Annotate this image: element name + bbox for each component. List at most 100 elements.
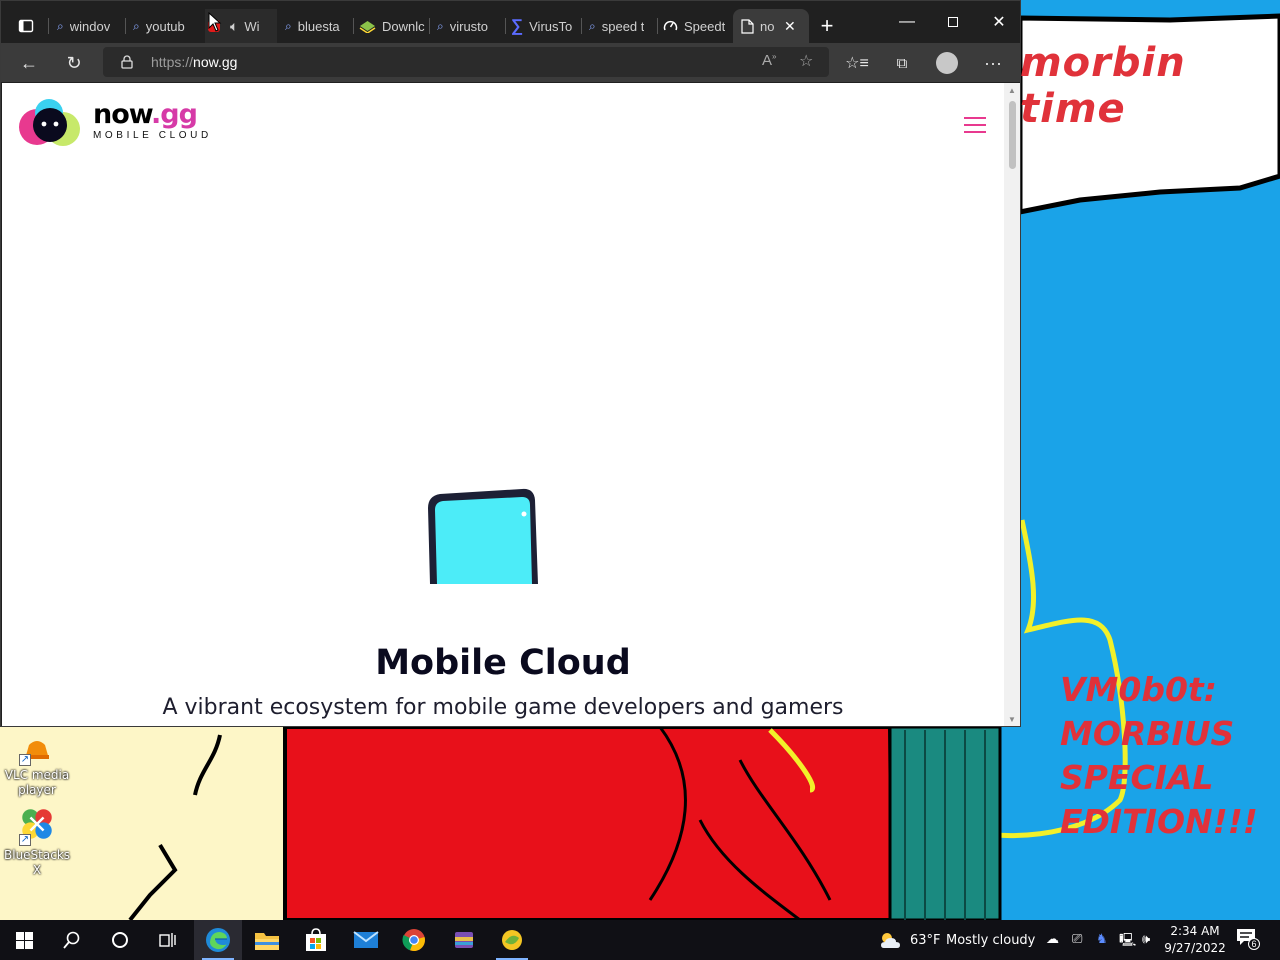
tab-label: Downlc <box>382 18 425 34</box>
taskbar-bluestacks[interactable] <box>488 920 536 960</box>
virustotal-icon: ∑ <box>511 16 524 35</box>
address-toolbar: ← ↻ https://now.gg A» ☆ ☆≡ ⧉ ··· <box>1 43 1020 82</box>
logo-mascot-icon <box>19 99 80 146</box>
add-favorite-icon[interactable]: ☆ <box>799 51 813 71</box>
tab-actions-button[interactable] <box>9 9 43 43</box>
clock-time: 2:34 AM <box>1170 924 1220 938</box>
tab-bluestacks-download[interactable]: Downlc <box>359 9 425 43</box>
edition-line: VM0b0t: <box>1060 670 1217 709</box>
file-explorer-icon <box>255 933 279 950</box>
scrollbar-thumb[interactable] <box>1009 101 1016 169</box>
tab-separator <box>657 18 658 34</box>
tab-label: VirusTo <box>529 18 573 34</box>
tab-virustotal[interactable]: ∑ VirusTo <box>511 9 577 43</box>
edition-line: EDITION!!! <box>1060 802 1258 841</box>
start-button[interactable] <box>0 920 48 960</box>
system-clock[interactable]: 2:34 AM 9/27/2022 <box>1164 923 1226 957</box>
tab-speedtest-search[interactable]: ⌕ speed t <box>589 9 653 43</box>
tab-separator <box>48 18 49 34</box>
desktop-shortcut-vlc[interactable]: ↗ VLC media player <box>4 730 70 798</box>
cortana-button[interactable] <box>96 920 144 960</box>
tab-separator <box>125 18 126 34</box>
maximize-icon <box>948 17 958 27</box>
close-window-button[interactable]: ✕ <box>976 1 1020 43</box>
notification-count-badge: 6 <box>1248 938 1260 950</box>
clock-date: 9/27/2022 <box>1164 941 1226 955</box>
tab-bluestacks-search[interactable]: ⌕ bluesta <box>285 9 349 43</box>
page-viewport: now.gg MOBILE CLOUD Mobile Cloud A vibra… <box>2 83 1004 726</box>
taskbar-store[interactable] <box>292 920 340 960</box>
edition-line: MORBIUS <box>1060 714 1235 753</box>
weather-cloudy-icon[interactable] <box>878 930 902 950</box>
lock-icon[interactable] <box>121 55 133 69</box>
bluestacks-icon <box>359 21 376 33</box>
search-icon: ⌕ <box>589 18 596 33</box>
desktop-shortcut-bluestacks-x[interactable]: ↗ BlueStacks X <box>4 802 70 878</box>
collections-button[interactable]: ⧉ <box>886 47 918 79</box>
new-tab-button[interactable]: + <box>815 9 839 43</box>
profile-button[interactable] <box>931 47 963 79</box>
browser-window: ⌕ windov ⌕ youtub 🔈︎ Wi ⌕ bluesta Downlc… <box>0 0 1021 727</box>
minimize-button[interactable]: — <box>884 1 930 43</box>
vpn-shield-icon[interactable]: ♞ <box>1096 931 1108 947</box>
notification-center-button[interactable]: 6 <box>1236 928 1260 950</box>
weather-description[interactable]: Mostly cloudy <box>946 933 1035 948</box>
favorites-icon: ☆≡ <box>845 55 869 72</box>
tab-separator <box>353 18 354 34</box>
url-protocol: https:// <box>151 54 194 70</box>
tab-now-gg-active[interactable]: no ✕ <box>733 9 809 43</box>
desktop-shortcut-label: VLC media <box>4 768 70 782</box>
search-icon: ⌕ <box>437 18 444 33</box>
winrar-icon <box>455 932 473 948</box>
speaker-icon[interactable]: 🔈︎ <box>230 18 238 35</box>
meet-now-icon[interactable]: ⎚ <box>1072 931 1082 947</box>
network-icon[interactable]: 🖳︎ <box>1119 931 1136 953</box>
scroll-up-icon[interactable]: ▲ <box>1008 86 1016 95</box>
taskbar-chrome[interactable] <box>390 920 438 960</box>
store-icon <box>306 928 326 951</box>
onedrive-offline-icon[interactable]: ☁ <box>1046 931 1059 947</box>
page-scrollbar[interactable]: ▲ ▼ <box>1004 83 1020 726</box>
hamburger-menu-button[interactable] <box>964 117 986 134</box>
read-aloud-icon[interactable]: A» <box>762 52 776 69</box>
tab-bar: ⌕ windov ⌕ youtub 🔈︎ Wi ⌕ bluesta Downlc… <box>1 1 1020 43</box>
phone-illustration <box>428 488 538 584</box>
speedtest-icon <box>663 20 678 30</box>
logo-wordmark-suffix: .gg <box>151 99 198 130</box>
taskbar-search-button[interactable] <box>48 920 96 960</box>
minimize-icon: — <box>899 13 915 30</box>
logo-tagline: MOBILE CLOUD <box>93 130 212 141</box>
settings-menu-button[interactable]: ··· <box>977 47 1009 79</box>
weather-temperature[interactable]: 63°F <box>910 933 941 948</box>
scroll-down-icon[interactable]: ▼ <box>1008 715 1016 724</box>
tab-youtube-search[interactable]: ⌕ youtub <box>133 9 195 43</box>
maximize-button[interactable] <box>930 1 976 43</box>
search-icon: ⌕ <box>133 18 140 33</box>
taskbar-file-explorer[interactable] <box>243 920 291 960</box>
vlc-icon: ↗ <box>19 730 55 766</box>
arrow-left-icon: ← <box>20 52 38 73</box>
tab-virustotal-search[interactable]: ⌕ virusto <box>437 9 501 43</box>
mouse-cursor-icon <box>208 12 222 32</box>
taskbar-mail[interactable] <box>342 920 390 960</box>
refresh-button[interactable]: ↻ <box>58 47 90 79</box>
tab-label: virusto <box>449 18 489 34</box>
close-tab-icon[interactable]: ✕ <box>784 18 796 35</box>
tab-windows-search[interactable]: ⌕ windov <box>57 9 123 43</box>
address-bar[interactable]: https://now.gg A» ☆ <box>103 47 829 77</box>
taskbar-edge[interactable] <box>194 920 242 960</box>
tab-speedtest[interactable]: Speedt <box>663 9 729 43</box>
desktop-shortcut-label: player <box>18 783 56 797</box>
avatar-icon <box>936 52 958 74</box>
task-view-button[interactable] <box>144 920 192 960</box>
favorites-button[interactable]: ☆≡ <box>841 47 873 79</box>
tab-label: windov <box>69 18 111 34</box>
url-text[interactable]: https://now.gg <box>151 54 237 70</box>
taskbar-winrar[interactable] <box>440 920 488 960</box>
back-button[interactable]: ← <box>13 47 45 79</box>
now-gg-logo[interactable]: now.gg MOBILE CLOUD <box>17 97 217 149</box>
chrome-icon <box>402 929 425 952</box>
tab-actions-icon <box>18 19 34 33</box>
volume-icon[interactable]: 🕪︎ <box>1142 931 1150 947</box>
tab-separator <box>429 18 430 34</box>
